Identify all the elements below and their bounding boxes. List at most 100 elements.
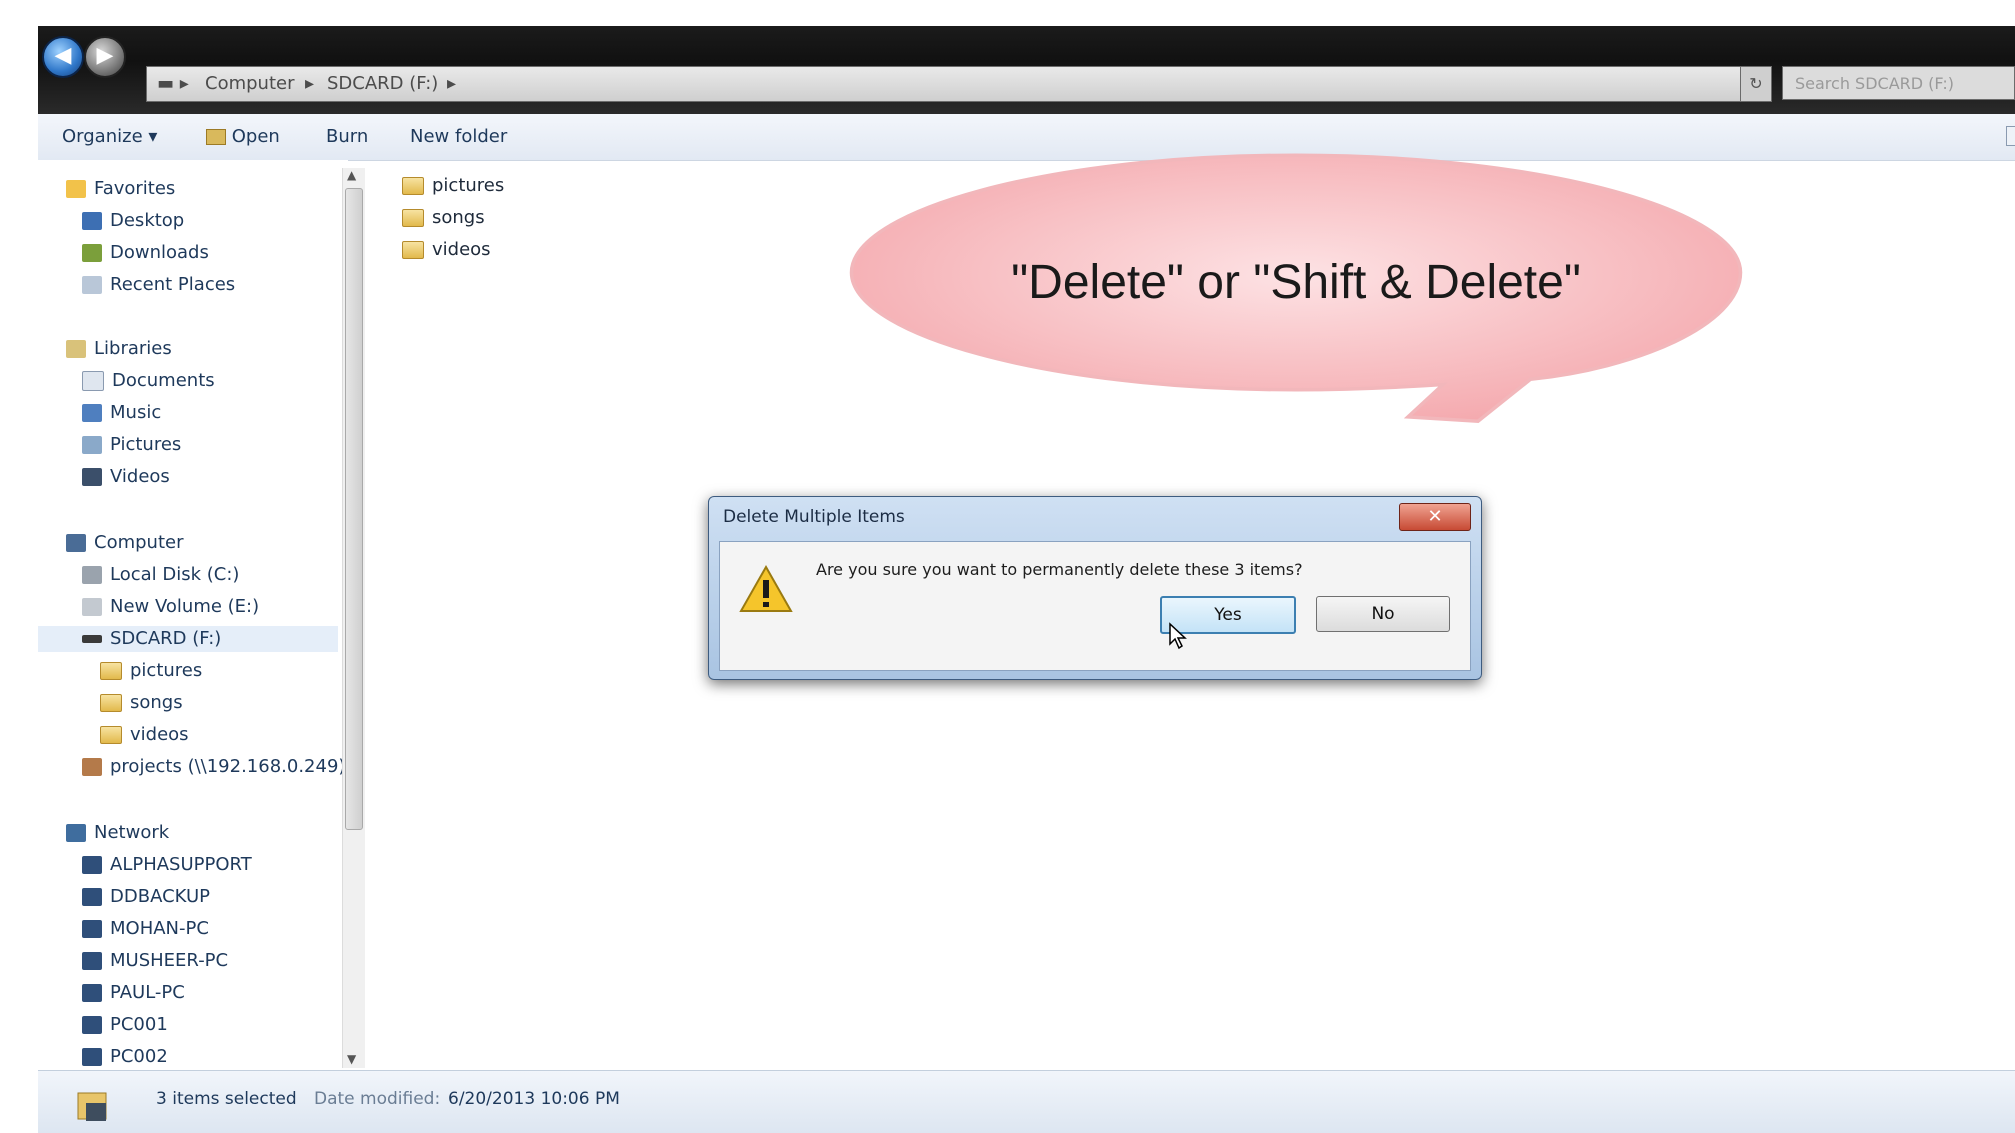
navigation-scrollbar[interactable]: ▲ ▼: [342, 168, 365, 1068]
sidebar-item-downloads[interactable]: Downloads: [82, 240, 209, 266]
folder-icon: [100, 662, 122, 680]
computer-icon: [66, 534, 86, 552]
downloads-icon: [82, 244, 102, 262]
folder-icon: [402, 241, 424, 259]
scroll-up-icon[interactable]: ▲: [347, 168, 356, 182]
sidebar-item-sd-videos[interactable]: videos: [100, 722, 189, 748]
sidebar-item-label: DDBACKUP: [110, 886, 210, 907]
callout-text: "Delete" or "Shift & Delete": [1011, 256, 1581, 309]
sidebar-item-computer[interactable]: Computer: [66, 530, 183, 556]
sidebar-item-desktop[interactable]: Desktop: [82, 208, 184, 234]
network-drive-icon: [82, 758, 102, 776]
sidebar-item-label: Music: [110, 402, 162, 423]
sidebar-item-label: songs: [130, 692, 183, 713]
sidebar-item-label: Recent Places: [110, 274, 236, 295]
sidebar-item-recent-places[interactable]: Recent Places: [82, 272, 235, 298]
warning-icon: [739, 564, 793, 612]
sidebar-item-documents[interactable]: Documents: [82, 368, 215, 394]
close-button[interactable]: ✕: [1399, 503, 1471, 531]
network-computer-icon: [82, 1048, 102, 1066]
sidebar-item-network[interactable]: Network: [66, 820, 169, 846]
sidebar-item-label: Local Disk (C:): [110, 564, 240, 585]
sidebar-item-label: Videos: [110, 466, 170, 487]
sidebar-item-label: SDCARD (F:): [110, 628, 222, 649]
sidebar-item-label: ALPHASUPPORT: [110, 854, 252, 875]
breadcrumb-sdcard[interactable]: SDCARD (F:): [327, 67, 438, 101]
sidebar-item-label: PC001: [110, 1014, 168, 1035]
search-input[interactable]: Search SDCARD (F:): [1782, 66, 2015, 100]
file-item[interactable]: pictures: [402, 172, 504, 200]
delete-dialog: Delete Multiple Items ✕ Are you sure you…: [708, 496, 1482, 680]
star-icon: [66, 180, 86, 198]
network-computer-icon: [82, 952, 102, 970]
breadcrumb-computer[interactable]: Computer: [205, 67, 294, 101]
sidebar-item-sdcard[interactable]: SDCARD (F:): [38, 626, 338, 652]
sidebar-item-label: pictures: [130, 660, 203, 681]
sidebar-item-label: Downloads: [110, 242, 209, 263]
refresh-button[interactable]: ↻: [1740, 66, 1772, 102]
sidebar-item-label: Pictures: [110, 434, 182, 455]
removable-drive-icon: [82, 635, 102, 643]
sidebar-item-label: PC002: [110, 1046, 168, 1067]
sidebar-item-label: Network: [94, 822, 170, 843]
sidebar-item-network-pc[interactable]: DDBACKUP: [82, 884, 210, 910]
sidebar-item-network-pc[interactable]: PC002: [82, 1044, 168, 1070]
dialog-message: Are you sure you want to permanently del…: [816, 560, 1303, 579]
sidebar-item-videos[interactable]: Videos: [82, 464, 170, 490]
sidebar-item-label: MOHAN-PC: [110, 918, 209, 939]
network-icon: [66, 824, 86, 842]
date-modified-value: 6/20/2013 10:06 PM: [448, 1089, 620, 1109]
sidebar-item-label: New Volume (E:): [110, 596, 260, 617]
sidebar-item-pictures[interactable]: Pictures: [82, 432, 181, 458]
sidebar-item-projects[interactable]: projects (\\192.168.0.249) (Z: [82, 754, 348, 780]
sidebar-item-local-disk[interactable]: Local Disk (C:): [82, 562, 239, 588]
new-folder-button[interactable]: New folder: [410, 126, 507, 147]
scroll-down-icon[interactable]: ▼: [347, 1052, 356, 1066]
sidebar-item-sd-songs[interactable]: songs: [100, 690, 183, 716]
no-button[interactable]: No: [1316, 596, 1450, 632]
network-computer-icon: [82, 984, 102, 1002]
sidebar-item-sd-pictures[interactable]: pictures: [100, 658, 202, 684]
sidebar-item-label: Documents: [112, 370, 215, 391]
sidebar-item-music[interactable]: Music: [82, 400, 161, 426]
mouse-cursor-icon: [1169, 622, 1187, 650]
organize-menu[interactable]: Organize ▾: [62, 126, 157, 147]
recent-places-icon: [82, 276, 102, 294]
sidebar-item-new-volume[interactable]: New Volume (E:): [82, 594, 259, 620]
hard-drive-icon: [82, 598, 102, 616]
sidebar-item-favorites[interactable]: Favorites: [66, 176, 175, 202]
sidebar-item-label: Libraries: [94, 338, 172, 359]
dialog-title: Delete Multiple Items: [723, 507, 905, 527]
sidebar-item-label: Computer: [94, 532, 184, 553]
folder-icon: [100, 694, 122, 712]
breadcrumb-separator-icon: ▸: [305, 73, 315, 94]
back-button[interactable]: ◀: [42, 36, 84, 78]
navigation-pane: Favorites Desktop Downloads Recent Place…: [38, 160, 348, 1070]
breadcrumb-separator-icon: ▸: [447, 73, 457, 94]
file-item-label: videos: [432, 239, 491, 260]
selection-count: 3 items selected: [156, 1089, 297, 1109]
file-item[interactable]: songs: [402, 204, 485, 232]
network-computer-icon: [82, 856, 102, 874]
scrollbar-thumb[interactable]: [345, 188, 363, 830]
file-item-label: pictures: [432, 175, 505, 196]
sidebar-item-libraries[interactable]: Libraries: [66, 336, 172, 362]
file-item[interactable]: videos: [402, 236, 491, 264]
view-options-icon[interactable]: [2006, 126, 2015, 146]
address-bar[interactable]: ▬ ▸ Computer ▸ SDCARD (F:) ▸ ▾: [146, 66, 1770, 102]
date-modified-label: Date modified:: [314, 1089, 441, 1109]
sidebar-item-label: videos: [130, 724, 189, 745]
sidebar-item-network-pc[interactable]: MOHAN-PC: [82, 916, 209, 942]
forward-button[interactable]: ▶: [84, 36, 126, 78]
sidebar-item-network-pc[interactable]: MUSHEER-PC: [82, 948, 228, 974]
sidebar-item-network-pc[interactable]: PAUL-PC: [82, 980, 185, 1006]
folder-icon: [100, 726, 122, 744]
sidebar-item-label: PAUL-PC: [110, 982, 185, 1003]
sidebar-item-network-pc[interactable]: ALPHASUPPORT: [82, 852, 252, 878]
details-pane: 3 items selected Date modified: 6/20/201…: [38, 1070, 2015, 1133]
open-button[interactable]: Open: [206, 126, 280, 147]
hard-drive-icon: [82, 566, 102, 584]
burn-button[interactable]: Burn: [326, 126, 368, 147]
sidebar-item-network-pc[interactable]: PC001: [82, 1012, 168, 1038]
folder-icon: [402, 177, 424, 195]
